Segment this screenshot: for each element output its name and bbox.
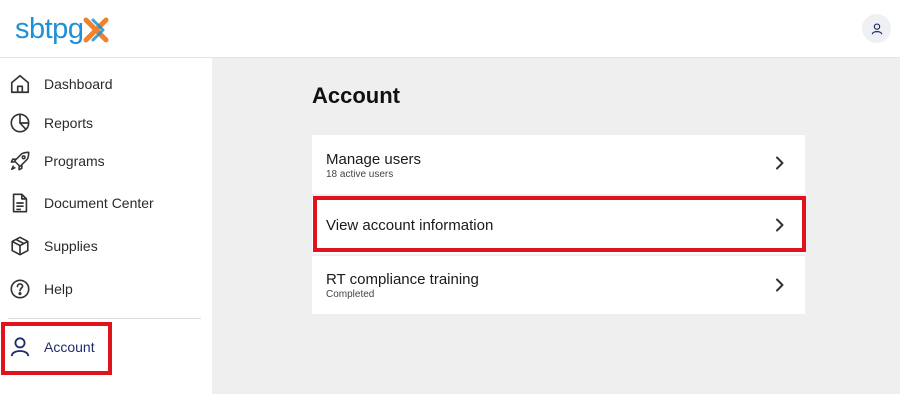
home-icon xyxy=(8,72,32,96)
page-title: Account xyxy=(312,83,400,108)
sidebar-item-dashboard[interactable]: Dashboard xyxy=(0,65,212,103)
sidebar-item-label: Help xyxy=(44,281,73,297)
sidebar-item-label: Supplies xyxy=(44,238,98,254)
brand-x-mark-icon xyxy=(83,17,109,43)
box-icon xyxy=(8,234,32,258)
sidebar-item-document-center[interactable]: Document Center xyxy=(0,184,212,222)
rt-compliance-training-card[interactable]: RT compliance training Completed xyxy=(312,256,805,314)
chevron-right-icon xyxy=(776,278,784,292)
sidebar-item-label: Document Center xyxy=(44,195,154,211)
rocket-icon xyxy=(8,149,32,173)
sidebar-item-account[interactable]: Account xyxy=(0,328,212,366)
sidebar-divider xyxy=(8,318,201,319)
sidebar-item-label: Programs xyxy=(44,153,105,169)
card-title: Manage users xyxy=(326,151,422,168)
user-avatar-button[interactable] xyxy=(862,14,891,43)
top-bar: sbtpg xyxy=(0,0,900,58)
sidebar-item-label: Dashboard xyxy=(44,76,113,92)
brand-logo[interactable]: sbtpg xyxy=(15,12,111,46)
card-subtitle: Completed xyxy=(326,289,375,300)
document-icon xyxy=(8,191,32,215)
view-account-information-card[interactable]: View account information xyxy=(312,196,805,254)
manage-users-card[interactable]: Manage users 18 active users xyxy=(312,135,805,194)
sidebar-item-programs[interactable]: Programs xyxy=(0,142,212,180)
sidebar-item-help[interactable]: Help xyxy=(0,270,212,308)
sidebar-item-reports[interactable]: Reports xyxy=(0,104,212,142)
card-subtitle: 18 active users xyxy=(326,169,394,180)
user-icon xyxy=(8,335,32,359)
sidebar-nav: Dashboard Reports Programs Document Cent… xyxy=(0,58,212,394)
chevron-right-icon xyxy=(776,218,784,232)
sidebar-item-supplies[interactable]: Supplies xyxy=(0,227,212,265)
card-title: View account information xyxy=(326,217,494,234)
user-icon xyxy=(871,22,882,34)
card-title: RT compliance training xyxy=(326,271,479,288)
sidebar-item-label: Account xyxy=(44,339,95,355)
brand-logo-text: sbtpg xyxy=(15,13,84,45)
help-circle-icon xyxy=(8,277,32,301)
chevron-right-icon xyxy=(776,156,784,170)
sidebar-item-label: Reports xyxy=(44,115,94,131)
main-content: Account Manage users 18 active users Vie… xyxy=(212,58,900,394)
pie-chart-icon xyxy=(8,111,32,135)
